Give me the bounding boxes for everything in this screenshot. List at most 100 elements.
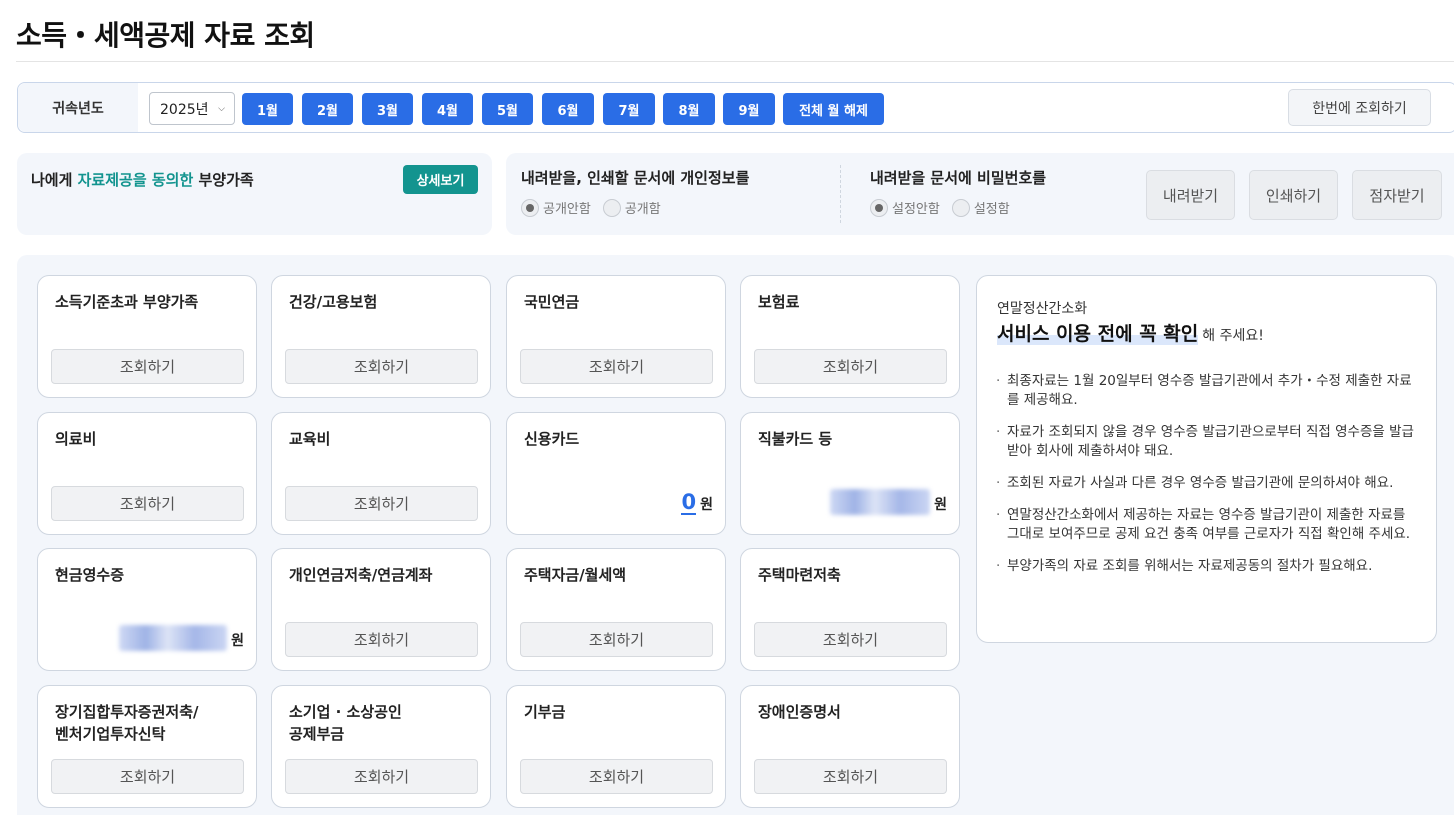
personal-info-title: 내려받을, 인쇄할 문서에 개인정보를 (521, 169, 750, 187)
password-radio-none[interactable]: 설정안함 (870, 198, 940, 217)
card-amount: 0 원 (681, 491, 713, 515)
card-title: 개인연금저축/연금계좌 (289, 566, 433, 584)
notice-subtitle: 연말정산간소화 (997, 301, 1088, 317)
radio-dot-icon (602, 198, 621, 217)
notice-headline-suffix: 해 주세요! (1202, 328, 1264, 344)
card-title: 장애인증명서 (758, 703, 841, 721)
card-small-business-mutual-aid: 소기업 · 소상공인 공제부금 조회하기 (271, 685, 491, 808)
month-button-8[interactable]: 8월 (663, 93, 715, 125)
month-button-6[interactable]: 6월 (542, 93, 594, 125)
card-credit-card[interactable]: 신용카드 0 원 (506, 412, 726, 535)
card-housing-fund: 주택자금/월세액 조회하기 (506, 548, 726, 671)
month-button-4[interactable]: 4월 (422, 93, 473, 125)
month-button-5[interactable]: 5월 (482, 93, 533, 125)
password-radio-set[interactable]: 설정함 (951, 198, 1010, 217)
year-select[interactable]: 2025년 ⌵ (149, 92, 235, 125)
braille-button[interactable]: 점자받기 (1352, 170, 1442, 220)
year-label: 귀속년도 (18, 83, 138, 132)
card-amount: 원 (830, 489, 947, 515)
card-title: 소득기준초과 부양가족 (55, 293, 199, 311)
card-donation: 기부금 조회하기 (506, 685, 726, 808)
notice-item: 최종자료는 1월 20일부터 영수증 발급기관에서 추가・수정 제출한 자료를 … (995, 372, 1416, 410)
masked-amount[interactable] (830, 489, 931, 515)
notice-item: 연말정산간소화에서 제공하는 자료는 영수증 발급기관이 제출한 자료를 그대로… (995, 506, 1416, 544)
query-button[interactable]: 조회하기 (520, 622, 713, 657)
query-button[interactable]: 조회하기 (754, 759, 947, 794)
dependents-highlight: 자료제공을 동의한 (77, 171, 194, 189)
card-income-dependents: 소득기준초과 부양가족 조회하기 (37, 275, 257, 398)
card-title: 장기집합투자증권저축/ 벤처기업투자신탁 (55, 703, 199, 743)
card-long-term-investment: 장기집합투자증권저축/ 벤처기업투자신탁 조회하기 (37, 685, 257, 808)
dependents-prefix: 나에게 (31, 171, 78, 189)
card-title: 주택마련저축 (758, 566, 841, 584)
amount-value[interactable]: 0 (681, 491, 697, 515)
query-button[interactable]: 조회하기 (285, 486, 478, 521)
document-options-panel: 내려받을, 인쇄할 문서에 개인정보를 공개안함 공개함 내려받을 문서에 비밀… (506, 153, 1454, 235)
notice-item: 조회된 자료가 사실과 다른 경우 영수증 발급기관에 문의하셔야 해요. (995, 474, 1416, 493)
query-button[interactable]: 조회하기 (520, 349, 713, 384)
query-button[interactable]: 조회하기 (51, 349, 244, 384)
page-title: 소득・세액공제 자료 조회 (16, 19, 315, 52)
card-medical: 의료비 조회하기 (37, 412, 257, 535)
radio-label: 설정안함 (892, 202, 940, 217)
year-filter-bar: 귀속년도 2025년 ⌵ 1월 2월 3월 4월 5월 6월 7월 8월 9월 … (17, 82, 1454, 133)
notice-item: 부양가족의 자료 조회를 위해서는 자료제공동의 절차가 필요해요. (995, 557, 1416, 576)
dependents-suffix: 부양가족 (193, 171, 254, 189)
personal-info-radio-hide[interactable]: 공개안함 (521, 198, 591, 217)
card-title: 신용카드 (524, 430, 580, 448)
service-notice: 연말정산간소화 서비스 이용 전에 꼭 확인해 주세요! 최종자료는 1월 20… (976, 275, 1437, 643)
card-debit-card[interactable]: 직불카드 등 원 (740, 412, 960, 535)
notice-headline: 서비스 이용 전에 꼭 확인 해 주세요! (997, 319, 1264, 346)
query-button[interactable]: 조회하기 (520, 759, 713, 794)
bulk-query-button[interactable]: 한번에 조회하기 (1288, 89, 1431, 126)
query-button[interactable]: 조회하기 (285, 759, 478, 794)
query-button[interactable]: 조회하기 (51, 486, 244, 521)
masked-amount[interactable] (119, 625, 228, 651)
card-pension-savings: 개인연금저축/연금계좌 조회하기 (271, 548, 491, 671)
card-title: 주택자금/월세액 (524, 566, 627, 584)
download-button[interactable]: 내려받기 (1146, 170, 1235, 220)
amount-unit: 원 (934, 497, 947, 513)
card-insurance-premium: 보험료 조회하기 (740, 275, 960, 398)
notice-headline-main: 서비스 이용 전에 꼭 확인 (997, 323, 1199, 345)
card-title: 직불카드 등 (758, 430, 833, 448)
radio-label: 공개함 (624, 202, 661, 217)
card-title: 의료비 (55, 430, 97, 448)
card-housing-savings: 주택마련저축 조회하기 (740, 548, 960, 671)
month-button-9[interactable]: 9월 (723, 93, 775, 125)
card-title: 교육비 (289, 430, 331, 448)
notice-list: 최종자료는 1월 20일부터 영수증 발급기관에서 추가・수정 제출한 자료를 … (995, 372, 1416, 589)
amount-unit: 원 (700, 497, 713, 513)
month-button-7[interactable]: 7월 (603, 93, 655, 125)
query-button[interactable]: 조회하기 (754, 622, 947, 657)
query-button[interactable]: 조회하기 (51, 759, 244, 794)
card-disability-certificate: 장애인증명서 조회하기 (740, 685, 960, 808)
radio-label: 설정함 (973, 202, 1010, 217)
query-button[interactable]: 조회하기 (285, 349, 478, 384)
query-button[interactable]: 조회하기 (754, 349, 947, 384)
password-option: 내려받을 문서에 비밀번호를 설정안함 설정함 (870, 167, 1046, 217)
card-title: 건강/고용보험 (289, 293, 378, 311)
password-title: 내려받을 문서에 비밀번호를 (870, 169, 1047, 187)
personal-info-option: 내려받을, 인쇄할 문서에 개인정보를 공개안함 공개함 (521, 167, 749, 217)
clear-months-button[interactable]: 전체 월 해제 (783, 93, 884, 125)
radio-dot-icon (521, 198, 539, 217)
chevron-down-icon: ⌵ (218, 104, 225, 114)
year-select-value: 2025년 (160, 101, 209, 118)
amount-unit: 원 (231, 633, 244, 649)
print-button[interactable]: 인쇄하기 (1249, 170, 1338, 220)
personal-info-radio-show[interactable]: 공개함 (602, 198, 661, 217)
card-health-insurance: 건강/고용보험 조회하기 (271, 275, 491, 398)
card-amount: 원 (119, 625, 244, 651)
card-education: 교육비 조회하기 (271, 412, 491, 535)
title-divider (16, 61, 1454, 62)
month-button-2[interactable]: 2월 (302, 93, 353, 125)
notice-item: 자료가 조회되지 않을 경우 영수증 발급기관으로부터 직접 영수증을 발급받아… (995, 423, 1416, 461)
month-button-1[interactable]: 1월 (242, 93, 293, 125)
card-cash-receipt[interactable]: 현금영수증 원 (37, 548, 257, 671)
detail-button[interactable]: 상세보기 (403, 165, 478, 194)
query-button[interactable]: 조회하기 (285, 622, 478, 657)
card-title: 기부금 (524, 703, 566, 721)
options-divider (840, 165, 841, 223)
month-button-3[interactable]: 3월 (362, 93, 413, 125)
